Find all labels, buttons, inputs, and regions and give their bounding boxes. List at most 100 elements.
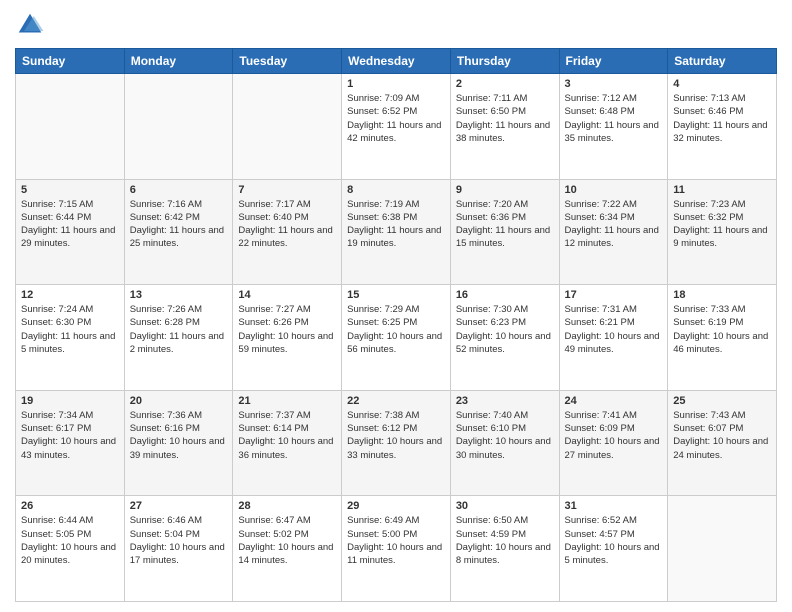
day-number: 21	[238, 395, 336, 407]
day-info: Sunrise: 7:17 AM Sunset: 6:40 PM Dayligh…	[238, 198, 336, 251]
day-header-sunday: Sunday	[16, 49, 125, 74]
day-cell: 4 Sunrise: 7:13 AM Sunset: 6:46 PM Daylig…	[668, 74, 777, 180]
day-info: Sunrise: 7:13 AM Sunset: 6:46 PM Dayligh…	[673, 92, 771, 145]
day-cell: 3 Sunrise: 7:12 AM Sunset: 6:48 PM Daylig…	[559, 74, 668, 180]
day-cell: 21 Sunrise: 7:37 AM Sunset: 6:14 PM Dayli…	[233, 390, 342, 496]
calendar-table: SundayMondayTuesdayWednesdayThursdayFrid…	[15, 48, 777, 602]
day-cell: 7 Sunrise: 7:17 AM Sunset: 6:40 PM Daylig…	[233, 179, 342, 285]
day-cell: 27Sunrise: 6:46 AM Sunset: 5:04 PM Dayli…	[124, 496, 233, 602]
day-number: 6	[130, 184, 228, 196]
day-number: 28	[238, 500, 336, 512]
day-header-wednesday: Wednesday	[342, 49, 451, 74]
day-cell: 15 Sunrise: 7:29 AM Sunset: 6:25 PM Dayli…	[342, 285, 451, 391]
day-number: 23	[456, 395, 554, 407]
day-info: Sunrise: 7:36 AM Sunset: 6:16 PM Dayligh…	[130, 409, 228, 462]
page: SundayMondayTuesdayWednesdayThursdayFrid…	[0, 0, 792, 612]
day-cell: 2Sunrise: 7:11 AM Sunset: 6:50 PM Daylig…	[450, 74, 559, 180]
day-info: Sunrise: 6:49 AM Sunset: 5:00 PM Dayligh…	[347, 514, 445, 567]
day-info: Sunrise: 7:19 AM Sunset: 6:38 PM Dayligh…	[347, 198, 445, 251]
day-cell: 24 Sunrise: 7:41 AM Sunset: 6:09 PM Dayli…	[559, 390, 668, 496]
day-header-thursday: Thursday	[450, 49, 559, 74]
day-cell: 23 Sunrise: 7:40 AM Sunset: 6:10 PM Dayli…	[450, 390, 559, 496]
day-number: 15	[347, 289, 445, 301]
day-info: Sunrise: 7:20 AM Sunset: 6:36 PM Dayligh…	[456, 198, 554, 251]
day-cell: 8 Sunrise: 7:19 AM Sunset: 6:38 PM Daylig…	[342, 179, 451, 285]
day-number: 13	[130, 289, 228, 301]
day-cell: 17 Sunrise: 7:31 AM Sunset: 6:21 PM Dayli…	[559, 285, 668, 391]
logo	[15, 10, 49, 40]
header-row: SundayMondayTuesdayWednesdayThursdayFrid…	[16, 49, 777, 74]
day-number: 22	[347, 395, 445, 407]
day-number: 2	[456, 78, 554, 90]
day-number: 12	[21, 289, 119, 301]
day-info: Sunrise: 7:37 AM Sunset: 6:14 PM Dayligh…	[238, 409, 336, 462]
day-info: Sunrise: 7:23 AM Sunset: 6:32 PM Dayligh…	[673, 198, 771, 251]
day-info: Sunrise: 7:31 AM Sunset: 6:21 PM Dayligh…	[565, 303, 663, 356]
day-cell: 1 Sunrise: 7:09 AM Sunset: 6:52 PM Daylig…	[342, 74, 451, 180]
day-cell: 30 Sunrise: 6:50 AM Sunset: 4:59 PM Dayli…	[450, 496, 559, 602]
day-cell: 25 Sunrise: 7:43 AM Sunset: 6:07 PM Dayli…	[668, 390, 777, 496]
day-info: Sunrise: 7:29 AM Sunset: 6:25 PM Dayligh…	[347, 303, 445, 356]
day-info: Sunrise: 7:34 AM Sunset: 6:17 PM Dayligh…	[21, 409, 119, 462]
logo-icon	[15, 10, 45, 40]
day-number: 16	[456, 289, 554, 301]
day-info: Sunrise: 7:30 AM Sunset: 6:23 PM Dayligh…	[456, 303, 554, 356]
day-info: Sunrise: 7:40 AM Sunset: 6:10 PM Dayligh…	[456, 409, 554, 462]
day-number: 31	[565, 500, 663, 512]
day-number: 29	[347, 500, 445, 512]
day-info: Sunrise: 7:27 AM Sunset: 6:26 PM Dayligh…	[238, 303, 336, 356]
day-cell: 18Sunrise: 7:33 AM Sunset: 6:19 PM Dayli…	[668, 285, 777, 391]
day-header-monday: Monday	[124, 49, 233, 74]
day-cell: 20Sunrise: 7:36 AM Sunset: 6:16 PM Dayli…	[124, 390, 233, 496]
calendar-header: SundayMondayTuesdayWednesdayThursdayFrid…	[16, 49, 777, 74]
day-cell: 11 Sunrise: 7:23 AM Sunset: 6:32 PM Dayli…	[668, 179, 777, 285]
day-info: Sunrise: 7:38 AM Sunset: 6:12 PM Dayligh…	[347, 409, 445, 462]
week-row-3: 12Sunrise: 7:24 AM Sunset: 6:30 PM Dayli…	[16, 285, 777, 391]
day-info: Sunrise: 7:26 AM Sunset: 6:28 PM Dayligh…	[130, 303, 228, 356]
day-info: Sunrise: 7:12 AM Sunset: 6:48 PM Dayligh…	[565, 92, 663, 145]
day-number: 17	[565, 289, 663, 301]
day-cell: 29 Sunrise: 6:49 AM Sunset: 5:00 PM Dayli…	[342, 496, 451, 602]
day-cell: 6 Sunrise: 7:16 AM Sunset: 6:42 PM Daylig…	[124, 179, 233, 285]
week-row-4: 19 Sunrise: 7:34 AM Sunset: 6:17 PM Dayli…	[16, 390, 777, 496]
day-cell: 12Sunrise: 7:24 AM Sunset: 6:30 PM Dayli…	[16, 285, 125, 391]
day-number: 27	[130, 500, 228, 512]
day-number: 26	[21, 500, 119, 512]
day-header-friday: Friday	[559, 49, 668, 74]
day-cell	[233, 74, 342, 180]
day-cell: 14Sunrise: 7:27 AM Sunset: 6:26 PM Dayli…	[233, 285, 342, 391]
day-cell: 13 Sunrise: 7:26 AM Sunset: 6:28 PM Dayli…	[124, 285, 233, 391]
day-number: 11	[673, 184, 771, 196]
day-cell: 28 Sunrise: 6:47 AM Sunset: 5:02 PM Dayli…	[233, 496, 342, 602]
calendar-body: 1 Sunrise: 7:09 AM Sunset: 6:52 PM Daylig…	[16, 74, 777, 602]
day-cell	[124, 74, 233, 180]
day-header-tuesday: Tuesday	[233, 49, 342, 74]
day-number: 30	[456, 500, 554, 512]
day-info: Sunrise: 7:16 AM Sunset: 6:42 PM Dayligh…	[130, 198, 228, 251]
header	[15, 10, 777, 40]
day-info: Sunrise: 7:09 AM Sunset: 6:52 PM Dayligh…	[347, 92, 445, 145]
day-number: 3	[565, 78, 663, 90]
day-number: 7	[238, 184, 336, 196]
day-info: Sunrise: 6:44 AM Sunset: 5:05 PM Dayligh…	[21, 514, 119, 567]
day-info: Sunrise: 6:50 AM Sunset: 4:59 PM Dayligh…	[456, 514, 554, 567]
day-number: 9	[456, 184, 554, 196]
day-number: 18	[673, 289, 771, 301]
day-info: Sunrise: 7:15 AM Sunset: 6:44 PM Dayligh…	[21, 198, 119, 251]
day-info: Sunrise: 6:52 AM Sunset: 4:57 PM Dayligh…	[565, 514, 663, 567]
day-number: 8	[347, 184, 445, 196]
day-number: 4	[673, 78, 771, 90]
day-number: 1	[347, 78, 445, 90]
day-number: 25	[673, 395, 771, 407]
day-info: Sunrise: 7:41 AM Sunset: 6:09 PM Dayligh…	[565, 409, 663, 462]
day-cell: 31 Sunrise: 6:52 AM Sunset: 4:57 PM Dayli…	[559, 496, 668, 602]
day-cell: 16 Sunrise: 7:30 AM Sunset: 6:23 PM Dayli…	[450, 285, 559, 391]
day-info: Sunrise: 6:47 AM Sunset: 5:02 PM Dayligh…	[238, 514, 336, 567]
day-number: 5	[21, 184, 119, 196]
week-row-5: 26 Sunrise: 6:44 AM Sunset: 5:05 PM Dayli…	[16, 496, 777, 602]
day-number: 19	[21, 395, 119, 407]
day-info: Sunrise: 7:43 AM Sunset: 6:07 PM Dayligh…	[673, 409, 771, 462]
day-number: 24	[565, 395, 663, 407]
day-number: 10	[565, 184, 663, 196]
week-row-1: 1 Sunrise: 7:09 AM Sunset: 6:52 PM Daylig…	[16, 74, 777, 180]
